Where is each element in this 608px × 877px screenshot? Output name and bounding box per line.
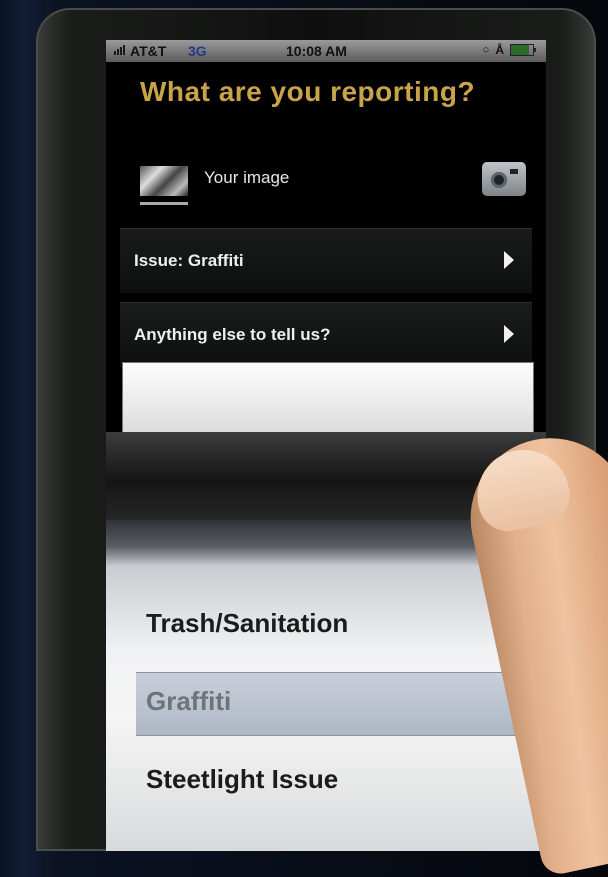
signal-icon — [114, 45, 125, 55]
clock-label: 10:08 AM — [286, 43, 347, 59]
issue-row[interactable]: Issue: Graffiti — [120, 228, 532, 293]
picker-option-streetlight[interactable]: Steetlight Issue — [106, 750, 546, 810]
network-label: 3G — [188, 43, 207, 59]
chevron-right-icon — [504, 325, 514, 343]
lock-icon: ○ — [482, 44, 490, 56]
battery-icon — [510, 44, 536, 56]
camera-flash-icon — [510, 169, 518, 174]
thumbnail-underline — [140, 202, 188, 205]
camera-icon — [491, 172, 507, 188]
image-row[interactable]: Your image — [120, 152, 532, 210]
carrier-label: AT&T — [130, 43, 167, 59]
note-text-field[interactable] — [122, 362, 534, 434]
image-thumbnail[interactable] — [140, 166, 188, 196]
status-bar: AT&T 3G 10:08 AM ○ Å — [106, 40, 546, 62]
image-label: Your image — [204, 168, 290, 187]
phone-frame: AT&T 3G 10:08 AM ○ Å What are you report… — [14, 0, 608, 877]
page-title: What are you reporting? — [140, 76, 476, 107]
bluetooth-icon: Å — [495, 43, 504, 57]
camera-button[interactable] — [482, 162, 526, 196]
anything-else-label: Anything else to tell us? — [134, 325, 331, 344]
anything-else-row[interactable]: Anything else to tell us? — [120, 302, 532, 367]
phone-screen: AT&T 3G 10:08 AM ○ Å What are you report… — [106, 40, 546, 851]
issue-label: Issue: Graffiti — [134, 251, 244, 270]
picker-option-trash[interactable]: Trash/Sanitation — [106, 594, 546, 654]
chevron-right-icon — [504, 251, 514, 269]
picker-option-graffiti[interactable]: Graffiti — [106, 672, 546, 732]
status-icons: ○ Å — [482, 43, 536, 57]
